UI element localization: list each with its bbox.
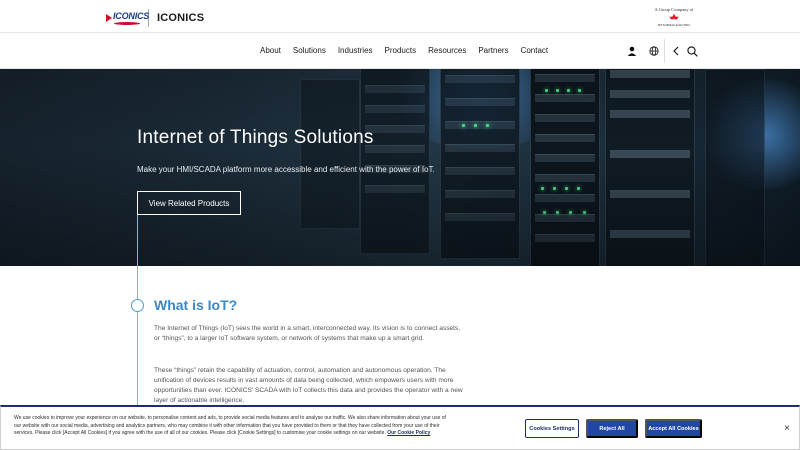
chevron-left-icon[interactable] [668, 43, 684, 59]
hero-timeline-line [137, 215, 138, 266]
cookie-settings-button[interactable]: Cookies Settings [525, 419, 579, 438]
logo-swoosh-icon [114, 22, 140, 25]
accept-all-cookies-button[interactable]: Accept All Cookies [645, 419, 702, 438]
search-icon[interactable] [684, 43, 700, 59]
parent-company-badge[interactable]: A Group Company of MITSUBISHI ELECTRIC [650, 7, 698, 27]
main-navbar: About Solutions Industries Products Reso… [0, 33, 800, 69]
nav-icon-group [624, 43, 700, 59]
nav-item-resources[interactable]: Resources [422, 46, 472, 55]
nav-item-products[interactable]: Products [379, 46, 423, 55]
section-paragraph-2: These “things” retain the capability of … [154, 367, 463, 404]
section-title: What is IoT? [154, 297, 238, 313]
group-company-label: A Group Company of [654, 7, 694, 12]
cookie-message-text: We use cookies to improve your experienc… [14, 415, 446, 437]
cookie-consent-banner: We use cookies to improve your experienc… [0, 405, 800, 450]
globe-icon[interactable] [646, 43, 662, 59]
logo-triangle-icon [106, 14, 112, 22]
iconics-logo-mark: ICONICS [106, 10, 149, 26]
view-related-products-button[interactable]: View Related Products [137, 191, 241, 215]
nav-item-industries[interactable]: Industries [332, 46, 379, 55]
nav-item-about[interactable]: About [254, 46, 287, 55]
nav-item-contact[interactable]: Contact [515, 46, 555, 55]
nav-item-solutions[interactable]: Solutions [287, 46, 332, 55]
cookie-message: We use cookies to improve your experienc… [14, 415, 446, 438]
logo-wordmark: ICONICS [113, 11, 150, 21]
brand-bar: ICONICS ICONICS A Group Company of MITSU… [0, 0, 800, 33]
nav-divider [664, 39, 665, 63]
mitsubishi-logo-icon [650, 14, 698, 22]
brand-name: ICONICS [157, 12, 205, 24]
hero-subtitle: Make your HMI/SCADA platform more access… [137, 165, 435, 174]
close-icon[interactable]: × [781, 422, 793, 434]
main-nav: About Solutions Industries Products Reso… [254, 46, 554, 55]
hero-title: Internet of Things Solutions [137, 127, 374, 148]
nav-item-partners[interactable]: Partners [472, 46, 514, 55]
reject-all-button[interactable]: Reject All [586, 419, 638, 438]
hero-banner: Internet of Things Solutions Make your H… [0, 69, 800, 266]
user-icon[interactable] [624, 43, 640, 59]
timeline-circle-marker [131, 299, 144, 312]
parent-company-name: MITSUBISHI ELECTRIC [657, 23, 691, 27]
section-paragraph-1: The Internet of Things (IoT) sees the wo… [154, 325, 461, 342]
iconics-logo[interactable]: ICONICS ICONICS [106, 9, 204, 27]
cookie-policy-link[interactable]: Our Cookie Policy [387, 430, 430, 436]
